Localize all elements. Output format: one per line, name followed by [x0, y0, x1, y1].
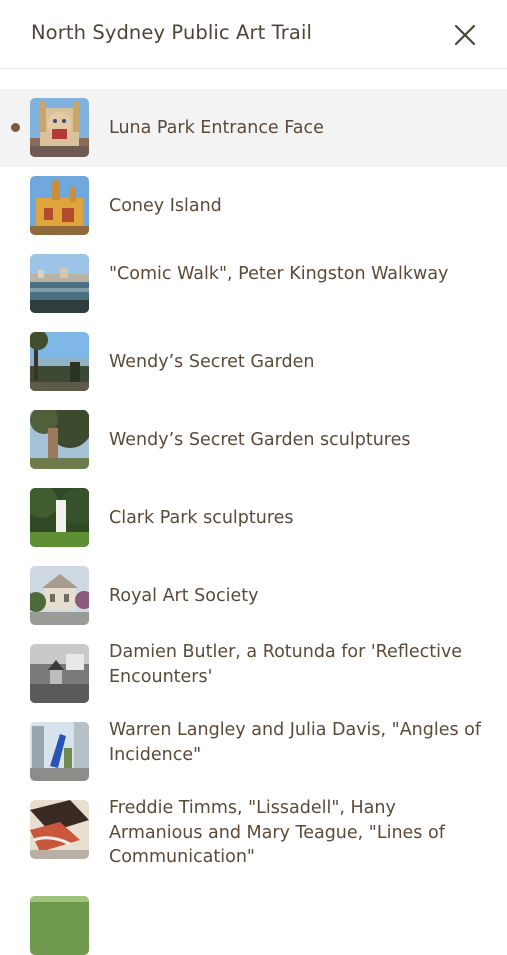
list-item-clark-park-sculptures[interactable]: Clark Park sculptures — [0, 479, 507, 557]
list-item-label: Damien Butler, a Rotunda for 'Reflective… — [109, 642, 463, 687]
list-item-comic-walk[interactable]: "Comic Walk", Peter Kingston Walkway — [0, 245, 507, 323]
panel-header: North Sydney Public Art Trail — [0, 0, 507, 69]
angles-of-incidence-thumbnail — [30, 722, 89, 781]
list-item-label: Luna Park Entrance Face — [109, 118, 324, 138]
list-item-label: Wendy’s Secret Garden sculptures — [109, 430, 411, 450]
garden-sculpture-thumbnail — [30, 410, 89, 469]
active-indicator-dot — [11, 123, 20, 132]
list-item-secret-garden-sculptures[interactable]: Wendy’s Secret Garden sculptures — [0, 401, 507, 479]
panel-title: North Sydney Public Art Trail — [31, 21, 312, 44]
list-item-label: "Comic Walk", Peter Kingston Walkway — [109, 264, 449, 284]
luna-park-face-thumbnail — [30, 98, 89, 157]
list-item-label: Wendy’s Secret Garden — [109, 352, 315, 372]
list-item-label: Clark Park sculptures — [109, 508, 294, 528]
list-item-label: Coney Island — [109, 196, 222, 216]
art-trail-list: Luna Park Entrance Face Coney Island "Co… — [0, 89, 507, 955]
list-item-next[interactable] — [0, 893, 507, 955]
list-item-label: Warren Langley and Julia Davis, "Angles … — [109, 720, 482, 765]
rotunda-thumbnail — [30, 644, 89, 703]
list-item-label: Royal Art Society — [109, 586, 259, 606]
list-item-coney-island[interactable]: Coney Island — [0, 167, 507, 245]
lines-of-communication-thumbnail — [30, 800, 89, 859]
list-item-wendys-secret-garden[interactable]: Wendy’s Secret Garden — [0, 323, 507, 401]
close-icon[interactable] — [450, 20, 480, 50]
list-item-angles-of-incidence[interactable]: Warren Langley and Julia Davis, "Angles … — [0, 713, 507, 791]
clark-park-thumbnail — [30, 488, 89, 547]
list-item-damien-butler-rotunda[interactable]: Damien Butler, a Rotunda for 'Reflective… — [0, 635, 507, 713]
list-item-lines-of-communication[interactable]: Freddie Timms, "Lissadell", Hany Armanio… — [0, 791, 507, 893]
harbour-walkway-thumbnail — [30, 254, 89, 313]
secret-garden-thumbnail — [30, 332, 89, 391]
list-item-label: Freddie Timms, "Lissadell", Hany Armanio… — [109, 798, 445, 867]
list-item-luna-park[interactable]: Luna Park Entrance Face — [0, 89, 507, 167]
coney-island-thumbnail — [30, 176, 89, 235]
list-item-royal-art-society[interactable]: Royal Art Society — [0, 557, 507, 635]
next-item-thumbnail — [30, 896, 89, 955]
royal-art-society-thumbnail — [30, 566, 89, 625]
